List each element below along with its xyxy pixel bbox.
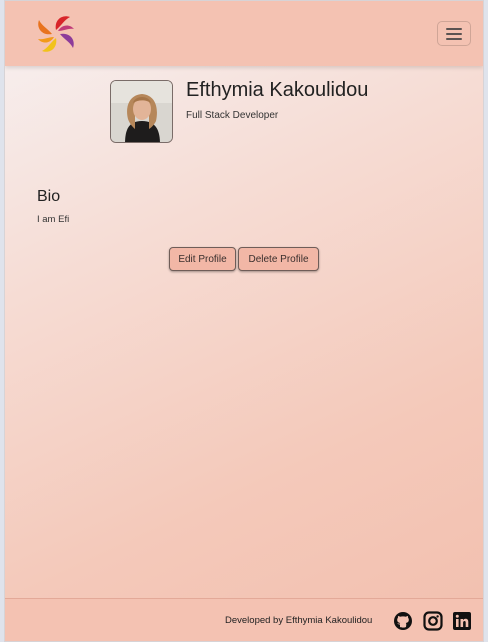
logo-icon[interactable]: [33, 11, 79, 57]
menu-bar: [446, 27, 462, 30]
instagram-icon[interactable]: [423, 611, 443, 631]
profile-actions: Edit Profile Delete Profile: [169, 247, 319, 271]
menu-bar: [446, 37, 462, 40]
bio-heading: Bio: [37, 188, 61, 205]
navbar: [5, 1, 483, 66]
delete-profile-button[interactable]: Delete Profile: [238, 247, 319, 271]
app-frame: Efthymia Kakoulidou Full Stack Developer…: [4, 0, 484, 642]
profile-role: Full Stack Developer: [186, 110, 279, 121]
edit-profile-button[interactable]: Edit Profile: [169, 247, 236, 271]
profile-avatar: [110, 80, 173, 143]
menu-bar: [446, 32, 462, 35]
bio-text: I am Efi: [37, 214, 70, 225]
profile-name: Efthymia Kakoulidou: [186, 79, 369, 101]
footer: Developed by Efthymia Kakoulidou: [5, 598, 483, 641]
footer-credit: Developed by Efthymia Kakoulidou: [225, 615, 373, 626]
navbar-toggler-button[interactable]: [437, 21, 471, 46]
linkedin-icon[interactable]: [452, 611, 472, 631]
github-icon[interactable]: [393, 611, 413, 631]
